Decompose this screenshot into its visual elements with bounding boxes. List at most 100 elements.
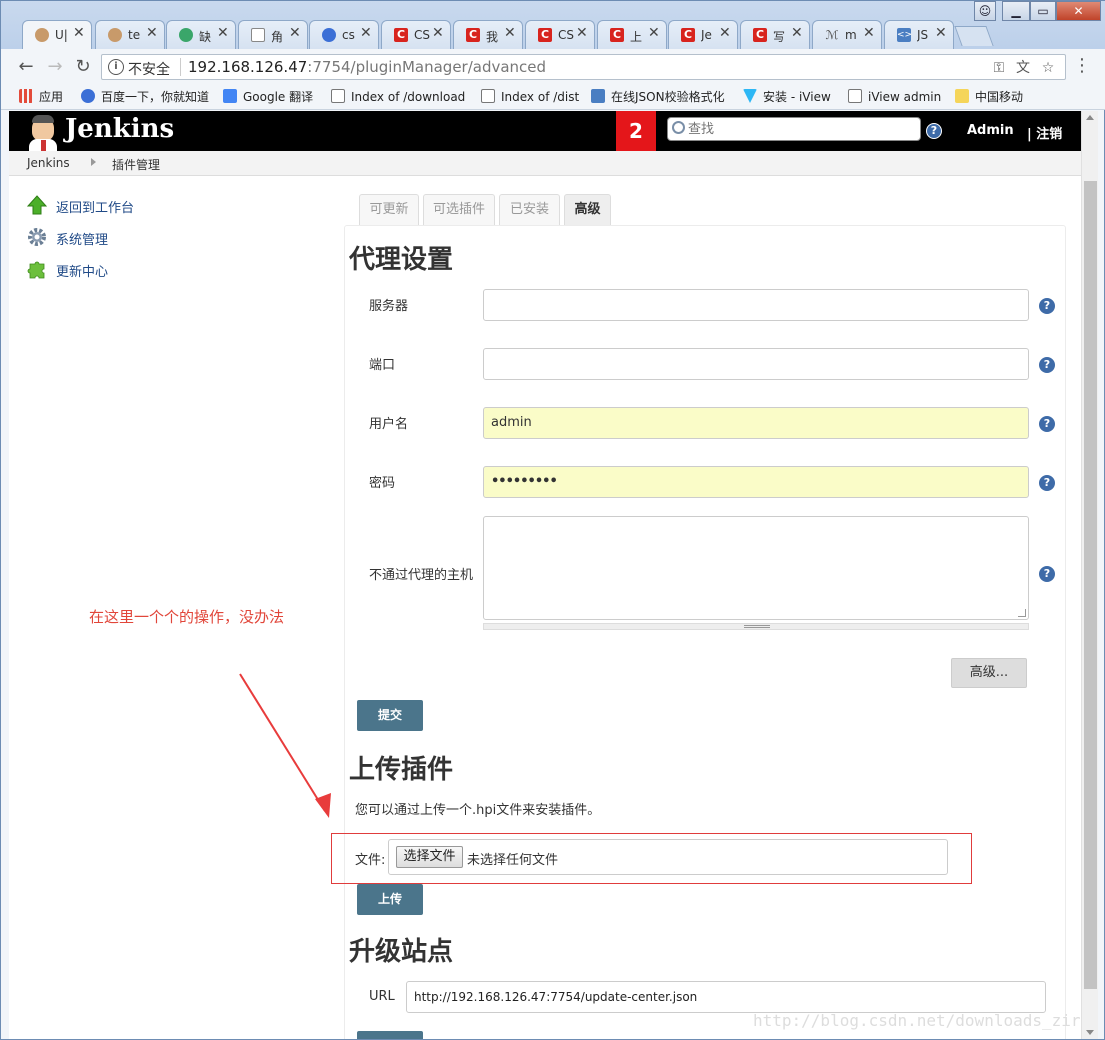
help-icon[interactable]: ? <box>926 123 942 139</box>
help-icon[interactable]: ? <box>1039 298 1055 314</box>
scroll-up-arrow-icon[interactable] <box>1086 115 1094 120</box>
browser-tab[interactable]: C 我 ✕ <box>453 20 523 49</box>
forward-arrow-icon[interactable]: → <box>44 56 66 78</box>
jenkins-icon <box>35 28 49 42</box>
star-icon[interactable]: ☆ <box>1039 59 1057 77</box>
tab-advanced[interactable]: 高级 <box>564 194 611 225</box>
sidebar-item-label: 更新中心 <box>56 265 109 280</box>
search-icon <box>672 121 685 134</box>
folder-icon <box>955 89 969 103</box>
sidebar-item-label: 系统管理 <box>56 233 109 248</box>
back-arrow-icon[interactable]: ← <box>15 56 37 78</box>
browser-tab[interactable]: C 上 ✕ <box>597 20 667 49</box>
new-tab-button[interactable] <box>954 26 994 46</box>
vertical-scrollbar[interactable] <box>1081 111 1098 1039</box>
choose-file-button[interactable]: 选择文件 <box>396 846 463 868</box>
address-bar[interactable]: i 不安全 192.168.126.47:7754/pluginManager/… <box>101 54 1066 80</box>
password-input[interactable]: ••••••••• <box>483 466 1029 498</box>
browser-tab[interactable]: C 写 ✕ <box>740 20 810 49</box>
bookmark-json[interactable]: 在线JSON校验格式化 <box>591 89 731 105</box>
logout-link[interactable]: | 注销 <box>1027 123 1062 142</box>
jenkins-logo-icon[interactable] <box>26 113 60 151</box>
scrollbar-thumb[interactable] <box>1084 181 1097 989</box>
jenkins-icon <box>108 28 122 42</box>
port-input[interactable] <box>483 348 1029 380</box>
page-icon <box>481 89 495 103</box>
browser-tab[interactable]: C CS ✕ <box>381 20 451 49</box>
resize-grip-icon[interactable] <box>1018 609 1026 617</box>
update-site-url-input[interactable]: http://192.168.126.47:7754/update-center… <box>406 981 1046 1013</box>
username-input[interactable]: admin <box>483 407 1029 439</box>
submit-button[interactable]: 提交 <box>357 700 423 731</box>
tab-close-icon[interactable]: ✕ <box>863 25 875 41</box>
browser-tab[interactable]: C CS ✕ <box>525 20 595 49</box>
browser-tab[interactable]: 角 ✕ <box>238 20 308 49</box>
update-site-submit-button[interactable] <box>357 1031 423 1039</box>
browser-tab[interactable]: <> JS ✕ <box>884 20 954 49</box>
tab-close-icon[interactable]: ✕ <box>576 25 588 41</box>
bookmark-iview-install[interactable]: 安装 - iView <box>743 89 831 105</box>
globe-icon <box>179 28 193 42</box>
help-icon[interactable]: ? <box>1039 566 1055 582</box>
no-proxy-host-textarea[interactable] <box>483 516 1029 620</box>
help-icon[interactable]: ? <box>1039 475 1055 491</box>
close-window-button[interactable]: ✕ <box>1056 1 1101 21</box>
minimize-button[interactable]: ▁ <box>1002 1 1030 21</box>
tab-strip: U| ✕ te ✕ 缺 ✕ 角 ✕ cs ✕ C CS ✕ C 我 ✕ C CS… <box>1 1 1105 49</box>
breadcrumb-jenkins[interactable]: Jenkins <box>27 156 70 170</box>
browser-tab[interactable]: 缺 ✕ <box>166 20 236 49</box>
scroll-down-arrow-icon[interactable] <box>1086 1030 1094 1035</box>
tab-close-icon[interactable]: ✕ <box>289 25 301 41</box>
browser-tab[interactable]: ℳ m ✕ <box>812 20 882 49</box>
bookmark-china-mobile[interactable]: 中国移动 <box>955 89 1023 105</box>
tab-close-icon[interactable]: ✕ <box>719 25 731 41</box>
translate-icon[interactable]: 文 <box>1014 59 1032 77</box>
bookmark-apps[interactable]: 应用 <box>19 89 63 105</box>
tab-close-icon[interactable]: ✕ <box>432 25 444 41</box>
browser-tab[interactable]: cs ✕ <box>309 20 379 49</box>
info-icon[interactable]: i <box>108 59 124 75</box>
bookmark-google-translate[interactable]: Google 翻译 <box>223 89 313 105</box>
reload-icon[interactable]: ↻ <box>72 56 94 78</box>
tab-close-icon[interactable]: ✕ <box>73 25 85 41</box>
tab-close-icon[interactable]: ✕ <box>791 25 803 41</box>
textarea-resize-handle[interactable] <box>483 623 1029 630</box>
user-link[interactable]: Admin <box>967 123 1014 138</box>
user-icon[interactable]: ☺ <box>974 1 996 21</box>
tab-close-icon[interactable]: ✕ <box>648 25 660 41</box>
upload-button[interactable]: 上传 <box>357 884 423 915</box>
tab-available[interactable]: 可选插件 <box>423 194 495 225</box>
help-icon[interactable]: ? <box>1039 357 1055 373</box>
menu-icon[interactable]: ⋮ <box>1073 55 1091 79</box>
tab-close-icon[interactable]: ✕ <box>146 25 158 41</box>
advanced-button[interactable]: 高级... <box>951 658 1027 688</box>
baidu-icon <box>81 89 95 103</box>
browser-tab-active[interactable]: U| ✕ <box>22 20 92 49</box>
tab-close-icon[interactable]: ✕ <box>935 25 947 41</box>
tab-close-icon[interactable]: ✕ <box>504 25 516 41</box>
browser-tab[interactable]: te ✕ <box>95 20 165 49</box>
tab-close-icon[interactable]: ✕ <box>217 25 229 41</box>
browser-tab[interactable]: C Je ✕ <box>668 20 738 49</box>
search-box[interactable] <box>667 117 921 141</box>
bookmark-baidu[interactable]: 百度一下，你就知道 <box>81 89 209 105</box>
update-site-heading: 升级站点 <box>349 937 454 967</box>
notification-badge[interactable]: 2 <box>616 111 656 151</box>
server-input[interactable] <box>483 289 1029 321</box>
bookmark-index-dist[interactable]: Index of /dist <box>481 89 579 105</box>
tab-updates[interactable]: 可更新 <box>359 194 419 225</box>
key-icon[interactable]: ⚿ <box>990 59 1008 77</box>
tab-installed[interactable]: 已安装 <box>499 194 560 225</box>
bookmark-index-download[interactable]: Index of /download <box>331 89 465 105</box>
help-icon[interactable]: ? <box>1039 416 1055 432</box>
search-input[interactable] <box>688 120 916 138</box>
address-url[interactable]: 192.168.126.47:7754/pluginManager/advanc… <box>188 58 546 76</box>
tab-close-icon[interactable]: ✕ <box>360 25 372 41</box>
tab-title: 上 <box>630 30 643 44</box>
tab-title: 角 <box>271 30 284 44</box>
maximize-button[interactable]: ▭ <box>1030 1 1056 21</box>
bookmark-iview-admin[interactable]: iView admin <box>848 89 941 105</box>
breadcrumb-plugin-manager[interactable]: 插件管理 <box>112 156 160 173</box>
jenkins-logo-text[interactable]: Jenkins <box>65 114 174 144</box>
url-label: URL <box>369 989 395 1004</box>
